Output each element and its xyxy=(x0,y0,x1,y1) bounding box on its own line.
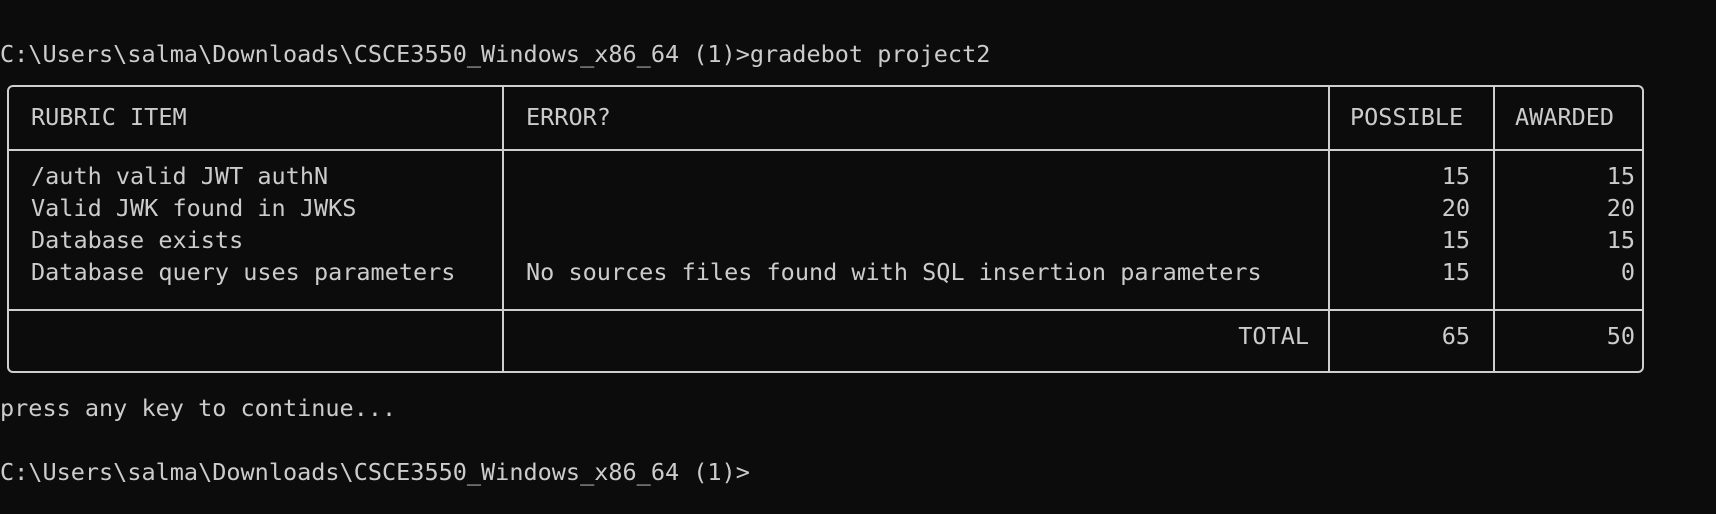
total-divider xyxy=(9,309,1642,311)
total-possible: 65 xyxy=(1441,322,1470,350)
command-prompt[interactable]: C:\Users\salma\Downloads\CSCE3550_Window… xyxy=(0,456,750,488)
total-label: TOTAL xyxy=(1238,322,1309,350)
header-rubric-item: RUBRIC ITEM xyxy=(31,103,187,131)
row-item: Database query uses parameters xyxy=(31,258,456,286)
row-possible: 15 xyxy=(1441,226,1470,254)
continue-message: press any key to continue... xyxy=(0,394,397,422)
row-possible: 15 xyxy=(1441,162,1470,190)
total-awarded: 50 xyxy=(1606,322,1635,350)
row-awarded: 20 xyxy=(1606,194,1635,222)
header-awarded: AWARDED xyxy=(1515,103,1615,131)
header-error: ERROR? xyxy=(526,103,611,131)
row-awarded: 0 xyxy=(1620,258,1635,286)
row-awarded: 15 xyxy=(1606,162,1635,190)
row-item: Valid JWK found in JWKS xyxy=(31,194,357,222)
prompt-text: C:\Users\salma\Downloads\CSCE3550_Window… xyxy=(0,458,750,486)
header-possible: POSSIBLE xyxy=(1350,103,1464,131)
grade-table: RUBRIC ITEM ERROR? POSSIBLE AWARDED /aut… xyxy=(7,85,1644,373)
row-possible: 15 xyxy=(1441,258,1470,286)
row-error: No sources files found with SQL insertio… xyxy=(526,258,1262,286)
row-item: Database exists xyxy=(31,226,244,254)
row-possible: 20 xyxy=(1441,194,1470,222)
column-divider xyxy=(502,87,504,371)
row-item: /auth valid JWT authN xyxy=(31,162,329,190)
row-awarded: 15 xyxy=(1606,226,1635,254)
header-divider xyxy=(9,149,1642,151)
terminal-window[interactable]: C:\Users\salma\Downloads\CSCE3550_Window… xyxy=(0,0,1716,514)
command-line: C:\Users\salma\Downloads\CSCE3550_Window… xyxy=(0,40,991,68)
